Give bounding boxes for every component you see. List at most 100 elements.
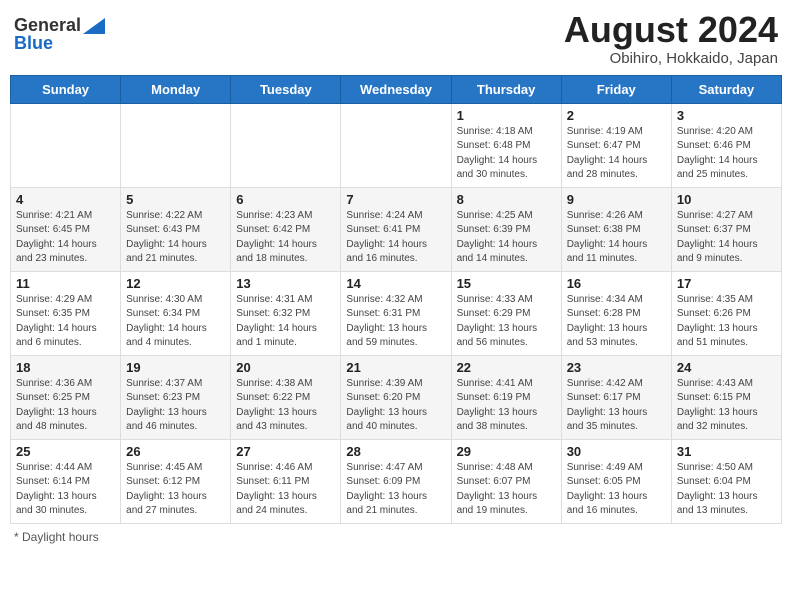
day-info: Sunrise: 4:23 AM Sunset: 6:42 PM Dayligh… <box>236 209 335 267</box>
daylight-label: Daylight hours <box>22 530 99 544</box>
footer-note: * Daylight hours <box>10 530 782 544</box>
day-number: 28 <box>346 444 445 459</box>
calendar-cell: 11Sunrise: 4:29 AM Sunset: 6:35 PM Dayli… <box>11 271 121 355</box>
calendar-cell: 7Sunrise: 4:24 AM Sunset: 6:41 PM Daylig… <box>341 187 451 271</box>
day-info: Sunrise: 4:48 AM Sunset: 6:07 PM Dayligh… <box>457 461 556 519</box>
day-info: Sunrise: 4:38 AM Sunset: 6:22 PM Dayligh… <box>236 377 335 435</box>
day-number: 21 <box>346 360 445 375</box>
day-info: Sunrise: 4:41 AM Sunset: 6:19 PM Dayligh… <box>457 377 556 435</box>
calendar-cell: 26 Sunrise: 4:45 AM Sunset: 6:12 PM Dayli… <box>121 439 231 523</box>
day-number: 17 <box>677 276 776 291</box>
logo: General Blue <box>14 16 105 52</box>
calendar-cell: 18Sunrise: 4:36 AM Sunset: 6:25 PM Dayli… <box>11 355 121 439</box>
calendar-cell: 5 Sunrise: 4:22 AM Sunset: 6:43 PM Daylig… <box>121 187 231 271</box>
calendar-week-row: 4 Sunrise: 4:21 AM Sunset: 6:45 PM Daylig… <box>11 187 782 271</box>
day-number: 20 <box>236 360 335 375</box>
day-info: Sunrise: 4:29 AM Sunset: 6:35 PM Dayligh… <box>16 293 115 351</box>
page-title: August 2024 <box>564 10 778 50</box>
weekday-header-row: SundayMondayTuesdayWednesdayThursdayFrid… <box>11 75 782 103</box>
calendar-cell: 13 Sunrise: 4:31 AM Sunset: 6:32 PM Dayli… <box>231 271 341 355</box>
day-info: Sunrise: 4:25 AM Sunset: 6:39 PM Dayligh… <box>457 209 556 267</box>
calendar-week-row: 25Sunrise: 4:44 AM Sunset: 6:14 PM Dayli… <box>11 439 782 523</box>
day-number: 25 <box>16 444 115 459</box>
calendar-cell: 31 Sunrise: 4:50 AM Sunset: 6:04 PM Dayli… <box>671 439 781 523</box>
calendar-cell: 28 Sunrise: 4:47 AM Sunset: 6:09 PM Dayli… <box>341 439 451 523</box>
day-info: Sunrise: 4:19 AM Sunset: 6:47 PM Dayligh… <box>567 125 666 183</box>
day-info: Sunrise: 4:50 AM Sunset: 6:04 PM Dayligh… <box>677 461 776 519</box>
weekday-header-thursday: Thursday <box>451 75 561 103</box>
day-number: 3 <box>677 108 776 123</box>
day-info: Sunrise: 4:45 AM Sunset: 6:12 PM Dayligh… <box>126 461 225 519</box>
calendar-cell: 19Sunrise: 4:37 AM Sunset: 6:23 PM Dayli… <box>121 355 231 439</box>
day-number: 4 <box>16 192 115 207</box>
weekday-header-saturday: Saturday <box>671 75 781 103</box>
day-info: Sunrise: 4:47 AM Sunset: 6:09 PM Dayligh… <box>346 461 445 519</box>
calendar-table: SundayMondayTuesdayWednesdayThursdayFrid… <box>10 75 782 524</box>
day-number: 1 <box>457 108 556 123</box>
day-number: 15 <box>457 276 556 291</box>
calendar-cell <box>11 103 121 187</box>
calendar-cell: 25Sunrise: 4:44 AM Sunset: 6:14 PM Dayli… <box>11 439 121 523</box>
calendar-cell: 10 Sunrise: 4:27 AM Sunset: 6:37 PM Dayli… <box>671 187 781 271</box>
day-info: Sunrise: 4:22 AM Sunset: 6:43 PM Dayligh… <box>126 209 225 267</box>
calendar-cell: 9 Sunrise: 4:26 AM Sunset: 6:38 PM Daylig… <box>561 187 671 271</box>
day-info: Sunrise: 4:27 AM Sunset: 6:37 PM Dayligh… <box>677 209 776 267</box>
calendar-cell: 14Sunrise: 4:32 AM Sunset: 6:31 PM Dayli… <box>341 271 451 355</box>
weekday-header-friday: Friday <box>561 75 671 103</box>
day-number: 2 <box>567 108 666 123</box>
calendar-cell <box>341 103 451 187</box>
day-info: Sunrise: 4:32 AM Sunset: 6:31 PM Dayligh… <box>346 293 445 351</box>
calendar-cell <box>121 103 231 187</box>
day-info: Sunrise: 4:26 AM Sunset: 6:38 PM Dayligh… <box>567 209 666 267</box>
weekday-header-sunday: Sunday <box>11 75 121 103</box>
calendar-cell: 12Sunrise: 4:30 AM Sunset: 6:34 PM Dayli… <box>121 271 231 355</box>
day-info: Sunrise: 4:43 AM Sunset: 6:15 PM Dayligh… <box>677 377 776 435</box>
logo-general-text: General <box>14 16 81 34</box>
day-number: 13 <box>236 276 335 291</box>
title-area: August 2024 Obihiro, Hokkaido, Japan <box>564 10 778 67</box>
header: General Blue August 2024 Obihiro, Hokkai… <box>10 10 782 67</box>
calendar-cell: 22Sunrise: 4:41 AM Sunset: 6:19 PM Dayli… <box>451 355 561 439</box>
weekday-header-monday: Monday <box>121 75 231 103</box>
day-info: Sunrise: 4:21 AM Sunset: 6:45 PM Dayligh… <box>16 209 115 267</box>
calendar-cell: 27Sunrise: 4:46 AM Sunset: 6:11 PM Dayli… <box>231 439 341 523</box>
calendar-cell: 30Sunrise: 4:49 AM Sunset: 6:05 PM Dayli… <box>561 439 671 523</box>
day-info: Sunrise: 4:39 AM Sunset: 6:20 PM Dayligh… <box>346 377 445 435</box>
calendar-cell: 21 Sunrise: 4:39 AM Sunset: 6:20 PM Dayli… <box>341 355 451 439</box>
day-info: Sunrise: 4:42 AM Sunset: 6:17 PM Dayligh… <box>567 377 666 435</box>
day-number: 10 <box>677 192 776 207</box>
day-info: Sunrise: 4:31 AM Sunset: 6:32 PM Dayligh… <box>236 293 335 351</box>
calendar-cell: 16Sunrise: 4:34 AM Sunset: 6:28 PM Dayli… <box>561 271 671 355</box>
calendar-cell: 1 Sunrise: 4:18 AM Sunset: 6:48 PM Daylig… <box>451 103 561 187</box>
day-info: Sunrise: 4:33 AM Sunset: 6:29 PM Dayligh… <box>457 293 556 351</box>
calendar-cell <box>231 103 341 187</box>
day-info: Sunrise: 4:20 AM Sunset: 6:46 PM Dayligh… <box>677 125 776 183</box>
weekday-header-tuesday: Tuesday <box>231 75 341 103</box>
calendar-cell: 20 Sunrise: 4:38 AM Sunset: 6:22 PM Dayli… <box>231 355 341 439</box>
day-number: 7 <box>346 192 445 207</box>
calendar-cell: 3 Sunrise: 4:20 AM Sunset: 6:46 PM Daylig… <box>671 103 781 187</box>
day-number: 19 <box>126 360 225 375</box>
day-number: 24 <box>677 360 776 375</box>
calendar-cell: 6Sunrise: 4:23 AM Sunset: 6:42 PM Daylig… <box>231 187 341 271</box>
day-number: 23 <box>567 360 666 375</box>
weekday-header-wednesday: Wednesday <box>341 75 451 103</box>
day-info: Sunrise: 4:30 AM Sunset: 6:34 PM Dayligh… <box>126 293 225 351</box>
calendar-cell: 8Sunrise: 4:25 AM Sunset: 6:39 PM Daylig… <box>451 187 561 271</box>
day-number: 9 <box>567 192 666 207</box>
logo-icon <box>83 18 105 34</box>
day-info: Sunrise: 4:46 AM Sunset: 6:11 PM Dayligh… <box>236 461 335 519</box>
day-number: 5 <box>126 192 225 207</box>
day-info: Sunrise: 4:35 AM Sunset: 6:26 PM Dayligh… <box>677 293 776 351</box>
logo-blue-text: Blue <box>14 34 53 52</box>
day-info: Sunrise: 4:18 AM Sunset: 6:48 PM Dayligh… <box>457 125 556 183</box>
calendar-cell: 4 Sunrise: 4:21 AM Sunset: 6:45 PM Daylig… <box>11 187 121 271</box>
calendar-cell: 2 Sunrise: 4:19 AM Sunset: 6:47 PM Daylig… <box>561 103 671 187</box>
calendar-week-row: 11Sunrise: 4:29 AM Sunset: 6:35 PM Dayli… <box>11 271 782 355</box>
calendar-cell: 17 Sunrise: 4:35 AM Sunset: 6:26 PM Dayli… <box>671 271 781 355</box>
day-number: 26 <box>126 444 225 459</box>
day-number: 31 <box>677 444 776 459</box>
calendar-week-row: 1 Sunrise: 4:18 AM Sunset: 6:48 PM Daylig… <box>11 103 782 187</box>
calendar-cell: 24 Sunrise: 4:43 AM Sunset: 6:15 PM Dayli… <box>671 355 781 439</box>
calendar-week-row: 18Sunrise: 4:36 AM Sunset: 6:25 PM Dayli… <box>11 355 782 439</box>
